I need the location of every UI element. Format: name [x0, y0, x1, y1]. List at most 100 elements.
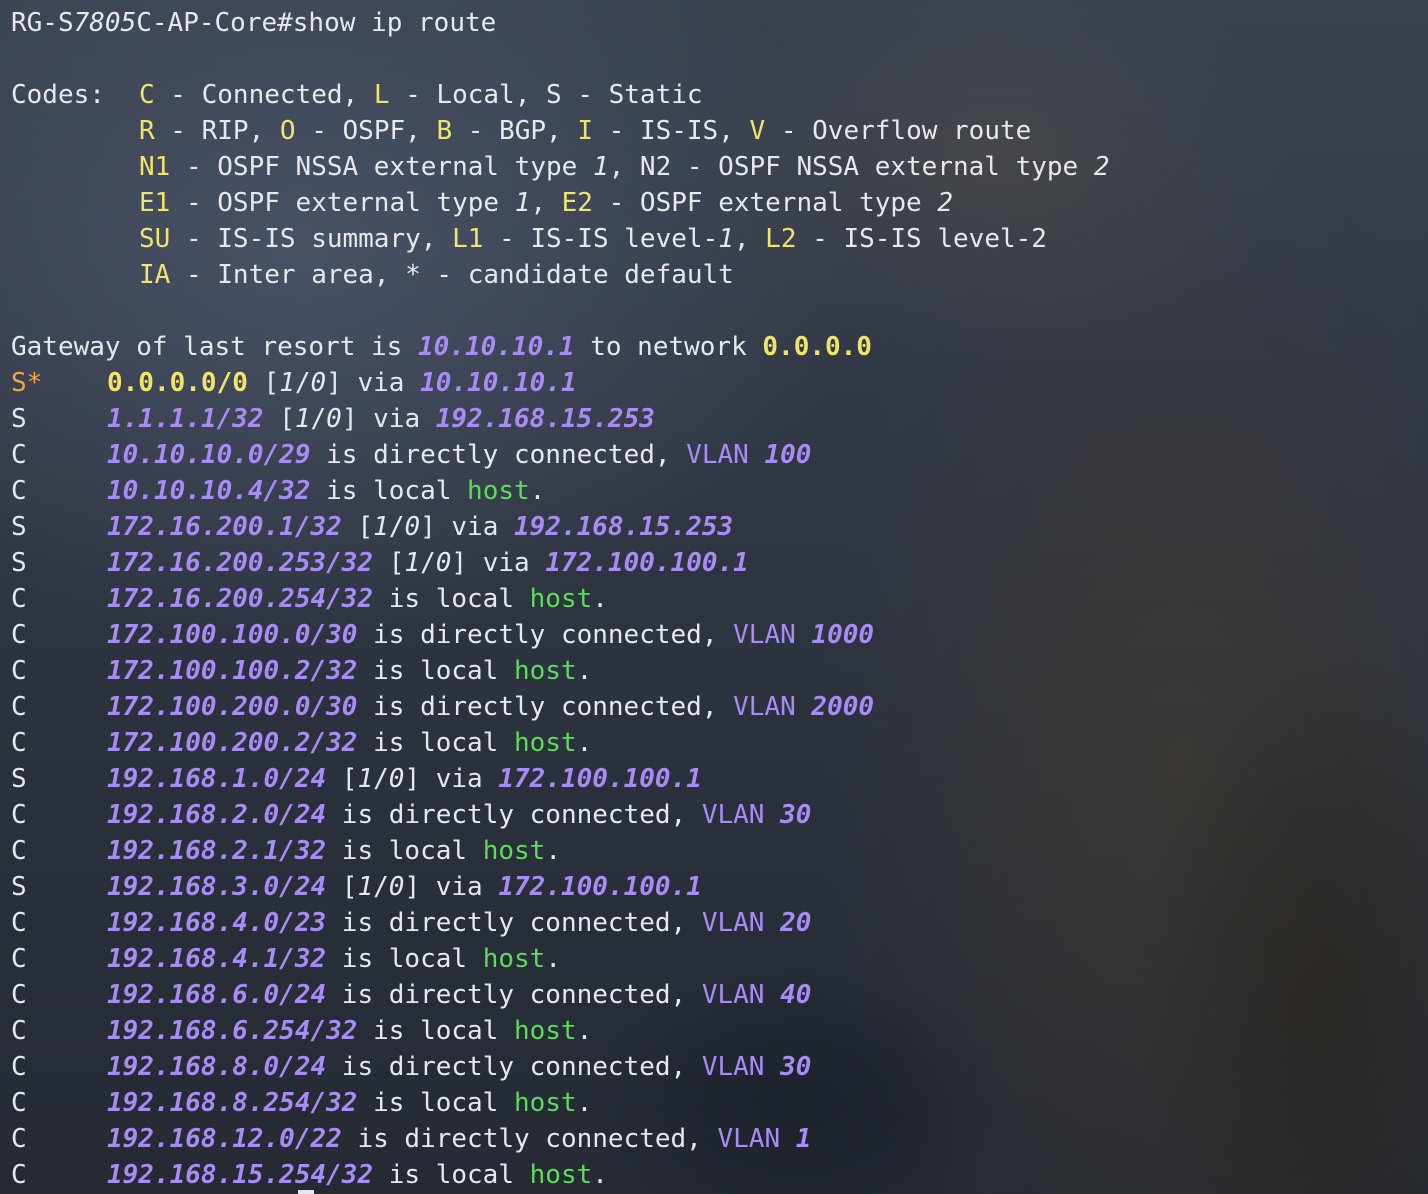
route-flag: C: [11, 908, 27, 938]
route-network: 172.100.100.0/30: [107, 620, 358, 650]
route-row: C 172.100.100.2/32 is local host.: [11, 653, 1428, 689]
route-row: C 192.168.4.1/32 is local host.: [11, 941, 1428, 977]
codes-line-3: N1 - OSPF NSSA external type 1, N2 - OSP…: [139, 152, 1110, 182]
route-flag: S*: [11, 368, 43, 398]
codes-line-1: Codes: C - Connected, L - Local, S - Stat…: [11, 77, 1428, 113]
route-flag: C: [11, 800, 27, 830]
route-vlan: 20: [780, 908, 812, 938]
route-vlan: 1000: [811, 620, 875, 650]
route-row: S 172.16.200.1/32 [1/0] via 192.168.15.25…: [11, 509, 1428, 545]
route-network: 192.168.2.1/32: [107, 836, 327, 866]
route-host: host: [514, 1016, 577, 1046]
codes-label: Codes:: [11, 80, 105, 110]
route-flag: C: [11, 1124, 27, 1154]
codes-line-4: E1 - OSPF external type 1, E2 - OSPF ext…: [139, 188, 953, 218]
route-vlan: 40: [780, 980, 812, 1010]
route-flag: C: [11, 584, 27, 614]
route-next-hop: 192.168.15.253: [514, 512, 734, 542]
route-flag: C: [11, 620, 27, 650]
route-row: C 192.168.15.254/32 is local host.: [11, 1157, 1428, 1193]
route-next-hop: 172.100.100.1: [498, 764, 702, 794]
route-network: 192.168.15.254/32: [107, 1160, 374, 1190]
route-network: 172.16.200.253/32: [107, 548, 374, 578]
command-prompt: RG-S7805C-AP-Core#show ip route: [11, 8, 497, 38]
route-row: S 172.16.200.253/32 [1/0] via 172.100.100…: [11, 545, 1428, 581]
route-row: S 192.168.3.0/24 [1/0] via 172.100.100.1: [11, 869, 1428, 905]
route-network: 172.100.200.2/32: [107, 728, 358, 758]
route-vlan: 100: [764, 440, 812, 470]
route-network: 192.168.2.0/24: [107, 800, 327, 830]
route-flag: C: [11, 1016, 27, 1046]
route-network: 172.100.200.0/30: [107, 692, 358, 722]
text-cursor: [298, 1190, 314, 1194]
route-network: 1.1.1.1/32: [107, 404, 264, 434]
route-network: 192.168.8.254/32: [107, 1088, 358, 1118]
terminal-output[interactable]: RG-S7805C-AP-Core#show ip route Codes: C …: [11, 5, 1428, 1193]
route-row: C 192.168.8.0/24 is directly connected, V…: [11, 1049, 1428, 1085]
route-flag: C: [11, 728, 27, 758]
route-vlan: 30: [780, 800, 812, 830]
route-flag: C: [11, 692, 27, 722]
route-flag: C: [11, 1052, 27, 1082]
route-network: 192.168.4.1/32: [107, 944, 327, 974]
route-flag: C: [11, 980, 27, 1010]
route-network: 192.168.12.0/22: [107, 1124, 342, 1154]
codes-line-5: SU - IS-IS summary, L1 - IS-IS level-1, …: [139, 224, 1047, 254]
route-row: C 10.10.10.0/29 is directly connected, VL…: [11, 437, 1428, 473]
route-network: 192.168.3.0/24: [107, 872, 327, 902]
route-flag: C: [11, 836, 27, 866]
route-row: C 172.100.100.0/30 is directly connected,…: [11, 617, 1428, 653]
route-vlan: 1: [795, 1124, 812, 1154]
route-flag: C: [11, 440, 27, 470]
route-host: host: [514, 728, 577, 758]
route-host: host: [514, 656, 577, 686]
route-row: C 10.10.10.4/32 is local host.: [11, 473, 1428, 509]
route-row: C 172.100.200.0/30 is directly connected,…: [11, 689, 1428, 725]
route-row: S 1.1.1.1/32 [1/0] via 192.168.15.253: [11, 401, 1428, 437]
route-row: C 192.168.8.254/32 is local host.: [11, 1085, 1428, 1121]
codes-line-2: R - RIP, O - OSPF, B - BGP, I - IS-IS, V…: [139, 116, 1032, 146]
route-next-hop: 172.100.100.1: [545, 548, 749, 578]
route-network: 192.168.4.0/23: [107, 908, 327, 938]
route-host: host: [514, 1088, 577, 1118]
route-host: host: [529, 1160, 593, 1190]
route-flag: C: [11, 944, 27, 974]
gateway-line: Gateway of last resort is 10.10.10.1 to …: [11, 332, 872, 362]
route-row: C 192.168.2.0/24 is directly connected, V…: [11, 797, 1428, 833]
route-vlan: 30: [780, 1052, 812, 1082]
default-route-row: S* 0.0.0.0/0 [1/0] via 10.10.10.1: [11, 365, 1428, 401]
route-row: C 192.168.6.254/32 is local host.: [11, 1013, 1428, 1049]
route-next-hop: 172.100.100.1: [498, 872, 702, 902]
route-flag: C: [11, 476, 27, 506]
route-network: 192.168.6.0/24: [107, 980, 327, 1010]
route-flag: S: [11, 512, 27, 542]
route-flag: C: [11, 1088, 27, 1118]
route-flag: S: [11, 404, 27, 434]
route-table: S 1.1.1.1/32 [1/0] via 192.168.15.253 C 10.…: [11, 401, 1428, 1193]
route-row: C 192.168.12.0/22 is directly connected, …: [11, 1121, 1428, 1157]
route-network: 192.168.6.254/32: [107, 1016, 358, 1046]
codes-line-6: IA - Inter area, * - candidate default: [139, 260, 734, 290]
route-network: 172.16.200.1/32: [107, 512, 342, 542]
route-row: S 192.168.1.0/24 [1/0] via 172.100.100.1: [11, 761, 1428, 797]
route-row: C 192.168.4.0/23 is directly connected, V…: [11, 905, 1428, 941]
route-network: 192.168.8.0/24: [107, 1052, 327, 1082]
route-row: C 192.168.6.0/24 is directly connected, V…: [11, 977, 1428, 1013]
route-flag: C: [11, 656, 27, 686]
route-host: host: [482, 944, 546, 974]
route-host: host: [482, 836, 546, 866]
route-flag: C: [11, 1160, 27, 1190]
route-host: host: [467, 476, 530, 506]
route-network: 172.16.200.254/32: [107, 584, 374, 614]
route-network: 10.10.10.4/32: [107, 476, 311, 506]
route-host: host: [529, 584, 593, 614]
route-row: C 192.168.2.1/32 is local host.: [11, 833, 1428, 869]
route-vlan: 2000: [811, 692, 875, 722]
route-flag: S: [11, 548, 27, 578]
route-flag: S: [11, 764, 27, 794]
route-flag: S: [11, 872, 27, 902]
route-network: 172.100.100.2/32: [107, 656, 358, 686]
route-next-hop: 192.168.15.253: [435, 404, 655, 434]
